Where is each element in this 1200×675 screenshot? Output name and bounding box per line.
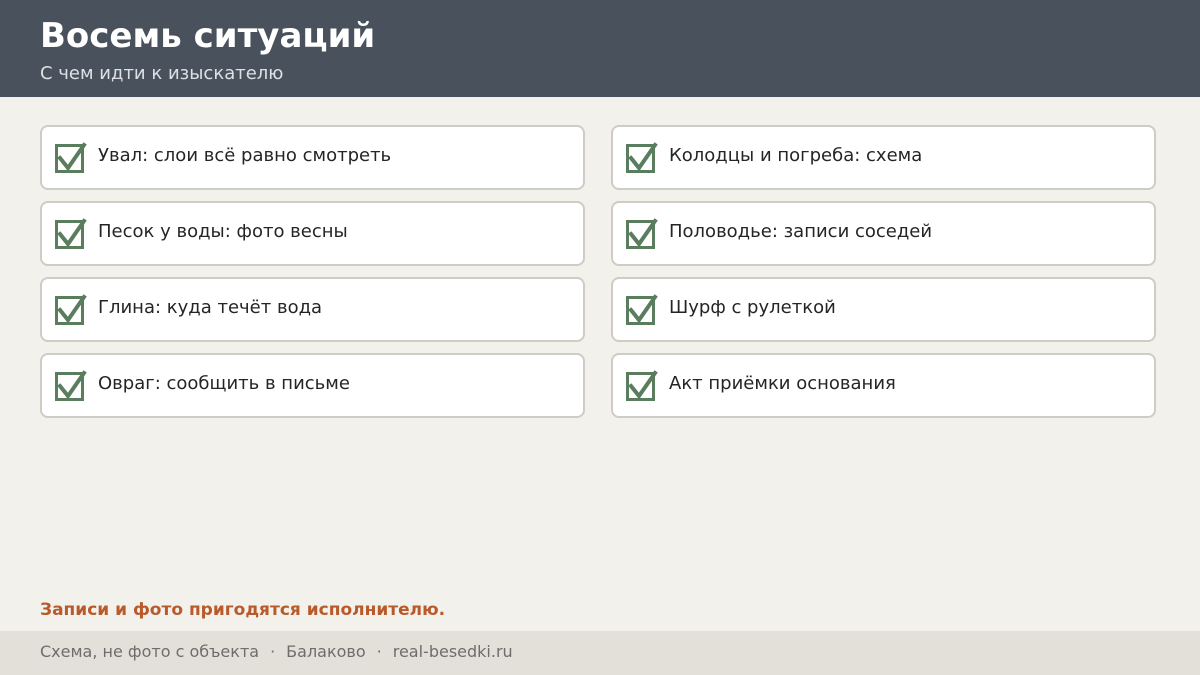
slide: Восемь ситуаций С чем идти к изыскателю … [0, 0, 1200, 675]
checkmark-icon [628, 218, 658, 248]
page-subtitle: С чем идти к изыскателю [40, 63, 284, 84]
checklist-grid: Увал: слои всё равно смотреть Колодцы и … [40, 125, 1156, 418]
header-bar: Восемь ситуаций С чем идти к изыскателю [0, 0, 1200, 97]
checkbox [55, 142, 87, 173]
page-title: Восемь ситуаций [40, 16, 376, 56]
note-text: Записи и фото пригодятся исполнителю. [40, 600, 446, 620]
checkbox [626, 218, 658, 249]
checkmark-icon [628, 142, 658, 172]
footer-site: real-besedki.ru [392, 642, 513, 661]
checklist-item: Увал: слои всё равно смотреть [40, 125, 585, 190]
checklist-item-label: Акт приёмки основания [669, 373, 896, 394]
footer-separator: · [376, 642, 382, 661]
footer-text: Схема, не фото с объекта · Балаково · real-b… [40, 642, 513, 662]
checkbox [626, 142, 658, 173]
footer-caption: Схема, не фото с объекта [40, 642, 260, 661]
footer-separator: · [270, 642, 276, 661]
checklist-item-label: Глина: куда течёт вода [98, 297, 323, 318]
footer-bar: Схема, не фото с объекта · Балаково · real-b… [0, 631, 1200, 675]
checklist-item-label: Увал: слои всё равно смотреть [98, 145, 392, 166]
checkmark-icon [57, 218, 87, 248]
checklist-item-label: Шурф с рулеткой [669, 297, 836, 318]
checklist-item: Песок у воды: фото весны [40, 201, 585, 266]
checkmark-icon [57, 142, 87, 172]
checklist-item: Шурф с рулеткой [611, 277, 1156, 342]
checklist-item: Половодье: записи соседей [611, 201, 1156, 266]
checkbox [626, 370, 658, 401]
checklist-item-label: Колодцы и погреба: схема [669, 145, 923, 166]
checkmark-icon [57, 294, 87, 324]
checklist-item: Глина: куда течёт вода [40, 277, 585, 342]
checklist-item: Акт приёмки основания [611, 353, 1156, 418]
checklist-item: Колодцы и погреба: схема [611, 125, 1156, 190]
checkbox [626, 294, 658, 325]
footer-city: Балаково [286, 642, 366, 661]
checkbox [55, 218, 87, 249]
checkbox [55, 294, 87, 325]
checkmark-icon [628, 370, 658, 400]
checkmark-icon [628, 294, 658, 324]
checklist-item-label: Песок у воды: фото весны [98, 221, 348, 242]
checkmark-icon [57, 370, 87, 400]
checklist-item-label: Половодье: записи соседей [669, 221, 933, 242]
checklist-item: Овраг: сообщить в письме [40, 353, 585, 418]
checklist-item-label: Овраг: сообщить в письме [98, 373, 350, 394]
checkbox [55, 370, 87, 401]
